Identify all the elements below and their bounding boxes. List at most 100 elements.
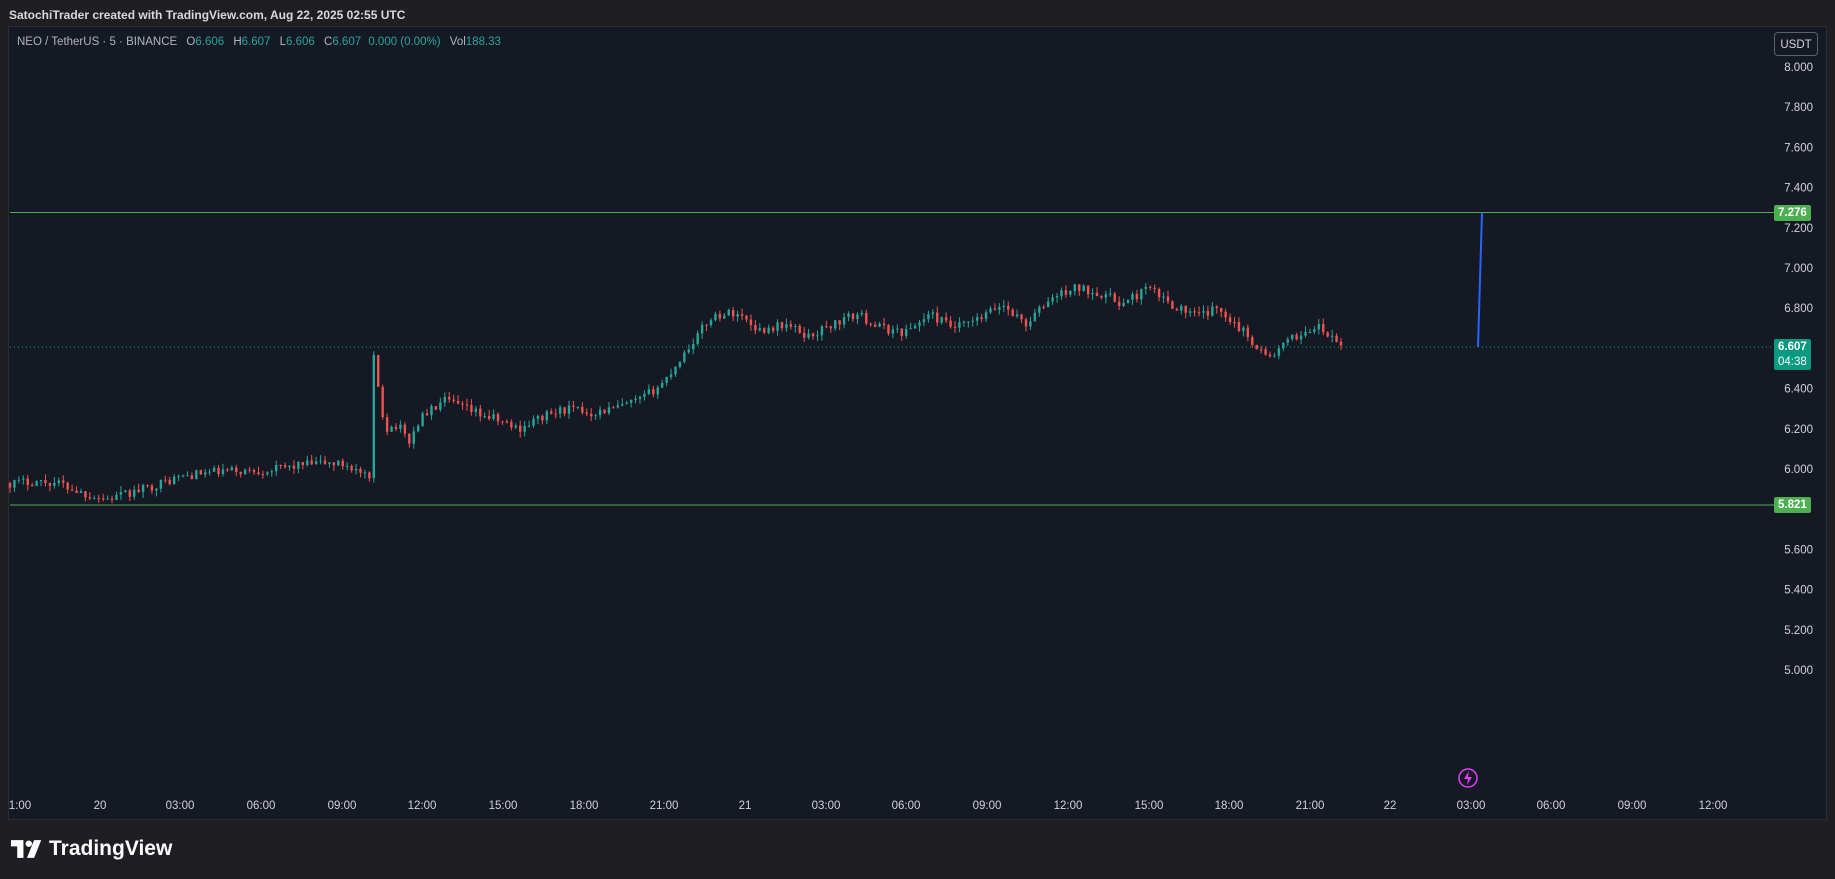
candle-body: [1193, 311, 1196, 313]
candle-body: [576, 406, 580, 408]
price-tick-label: 7.000: [1784, 263, 1813, 275]
candle-body: [1078, 284, 1081, 291]
candle-body: [1149, 286, 1152, 288]
candle-body: [842, 317, 846, 325]
candle-body: [350, 465, 353, 471]
candle-body: [479, 408, 482, 417]
time-tick-label: 1:00: [9, 800, 31, 812]
candle-body: [554, 413, 557, 415]
candle-body: [1055, 296, 1059, 298]
candlestick-chart[interactable]: 8.000 7.800 7.600 7.400 7.200 7.000 6.800 6.400…: [0, 0, 1835, 879]
candle-body: [847, 313, 850, 318]
candle-body: [625, 402, 628, 405]
level-price-label: 7.276: [1774, 204, 1811, 221]
candle-body: [412, 431, 415, 444]
candle-body: [1126, 299, 1130, 304]
candle-body: [1064, 290, 1068, 295]
candle-body: [731, 310, 735, 317]
price-tick-label: 7.400: [1784, 183, 1813, 195]
candle-body: [598, 409, 602, 416]
price-tick-label: 6.000: [1784, 464, 1813, 476]
candle-body: [745, 315, 748, 320]
candle-body: [204, 472, 207, 475]
candle-body: [181, 475, 185, 477]
price-tick-label: 6.800: [1784, 303, 1813, 315]
candle-body: [940, 317, 943, 323]
candle-body: [84, 491, 87, 498]
candle-body: [1268, 354, 1272, 357]
candle-body: [581, 406, 584, 413]
candle-body: [714, 313, 717, 321]
candle-body: [727, 310, 730, 316]
candle-body: [97, 498, 100, 500]
volume-label: Vol: [449, 36, 466, 48]
candle-body: [802, 332, 806, 338]
candle-body: [603, 409, 606, 414]
candle-body: [1073, 284, 1076, 292]
candle-body: [949, 320, 952, 327]
time-tick-label: 22: [1384, 800, 1397, 812]
symbol-legend[interactable]: NEO / TetherUS · 5 · BINANCE O6.606 H6.6…: [17, 34, 501, 50]
candle-body: [443, 396, 446, 403]
candle-body: [434, 406, 438, 410]
candle-body: [306, 460, 309, 466]
candle-body: [1162, 296, 1165, 298]
candle-body: [470, 405, 473, 413]
candle-body: [133, 489, 136, 497]
candle-body: [505, 421, 509, 423]
candle-body: [1299, 335, 1303, 340]
candle-body: [146, 484, 149, 486]
symbol-title[interactable]: NEO / TetherUS · 5 · BINANCE: [17, 36, 177, 48]
candle-body: [896, 328, 899, 330]
candle-body: [385, 417, 389, 432]
candle-body: [314, 461, 318, 465]
candle-body: [541, 415, 544, 421]
time-axis[interactable]: 1:00 20 03:00 06:00 09:00 12:00 15:00 18:00 21:0…: [9, 800, 1728, 812]
time-tick-label: 06:00: [1537, 800, 1566, 812]
projection-line[interactable]: [1477, 212, 1483, 348]
candle-body: [235, 467, 238, 472]
time-tick-label: 06:00: [892, 800, 921, 812]
candle-body: [936, 312, 939, 323]
candle-body: [261, 474, 265, 476]
candle-body: [13, 480, 16, 488]
candle-body: [563, 407, 566, 414]
time-tick-label: 20: [94, 800, 107, 812]
tradingview-logo[interactable]: TradingView: [11, 836, 172, 862]
candle-body: [22, 478, 25, 480]
candle-body: [763, 328, 766, 333]
candle-body: [17, 479, 21, 481]
price-tick-label: 5.000: [1784, 665, 1813, 677]
candle-body: [678, 361, 682, 368]
candle-body: [323, 460, 327, 464]
candle-body: [1304, 332, 1307, 336]
currency-button[interactable]: USDT: [1774, 32, 1818, 56]
candle-body: [70, 489, 74, 491]
time-tick-label: 03:00: [1457, 800, 1486, 812]
candle-body: [88, 497, 92, 499]
candle-body: [829, 326, 832, 329]
candle-body: [878, 323, 881, 327]
candle-body: [665, 377, 668, 383]
candle-body: [1029, 321, 1032, 327]
candle-body: [168, 479, 171, 485]
candle-body: [363, 472, 367, 474]
candle-body: [474, 408, 478, 413]
candle-body: [319, 460, 322, 462]
candle-body: [869, 323, 872, 325]
candle-body: [354, 468, 358, 471]
candle-body: [1255, 344, 1258, 350]
candle-body: [195, 470, 198, 480]
candle-body: [967, 321, 970, 323]
candle-body: [1180, 305, 1183, 311]
candle-body: [723, 315, 726, 319]
candle-body: [155, 488, 158, 491]
candle-body: [301, 462, 305, 466]
candle-body: [1131, 294, 1134, 300]
candle-body: [834, 320, 837, 329]
candle-body: [243, 469, 247, 475]
candle-body: [944, 317, 948, 321]
time-tick-label: 12:00: [1054, 800, 1083, 812]
candle-body: [975, 317, 979, 321]
candle-body: [421, 413, 424, 426]
